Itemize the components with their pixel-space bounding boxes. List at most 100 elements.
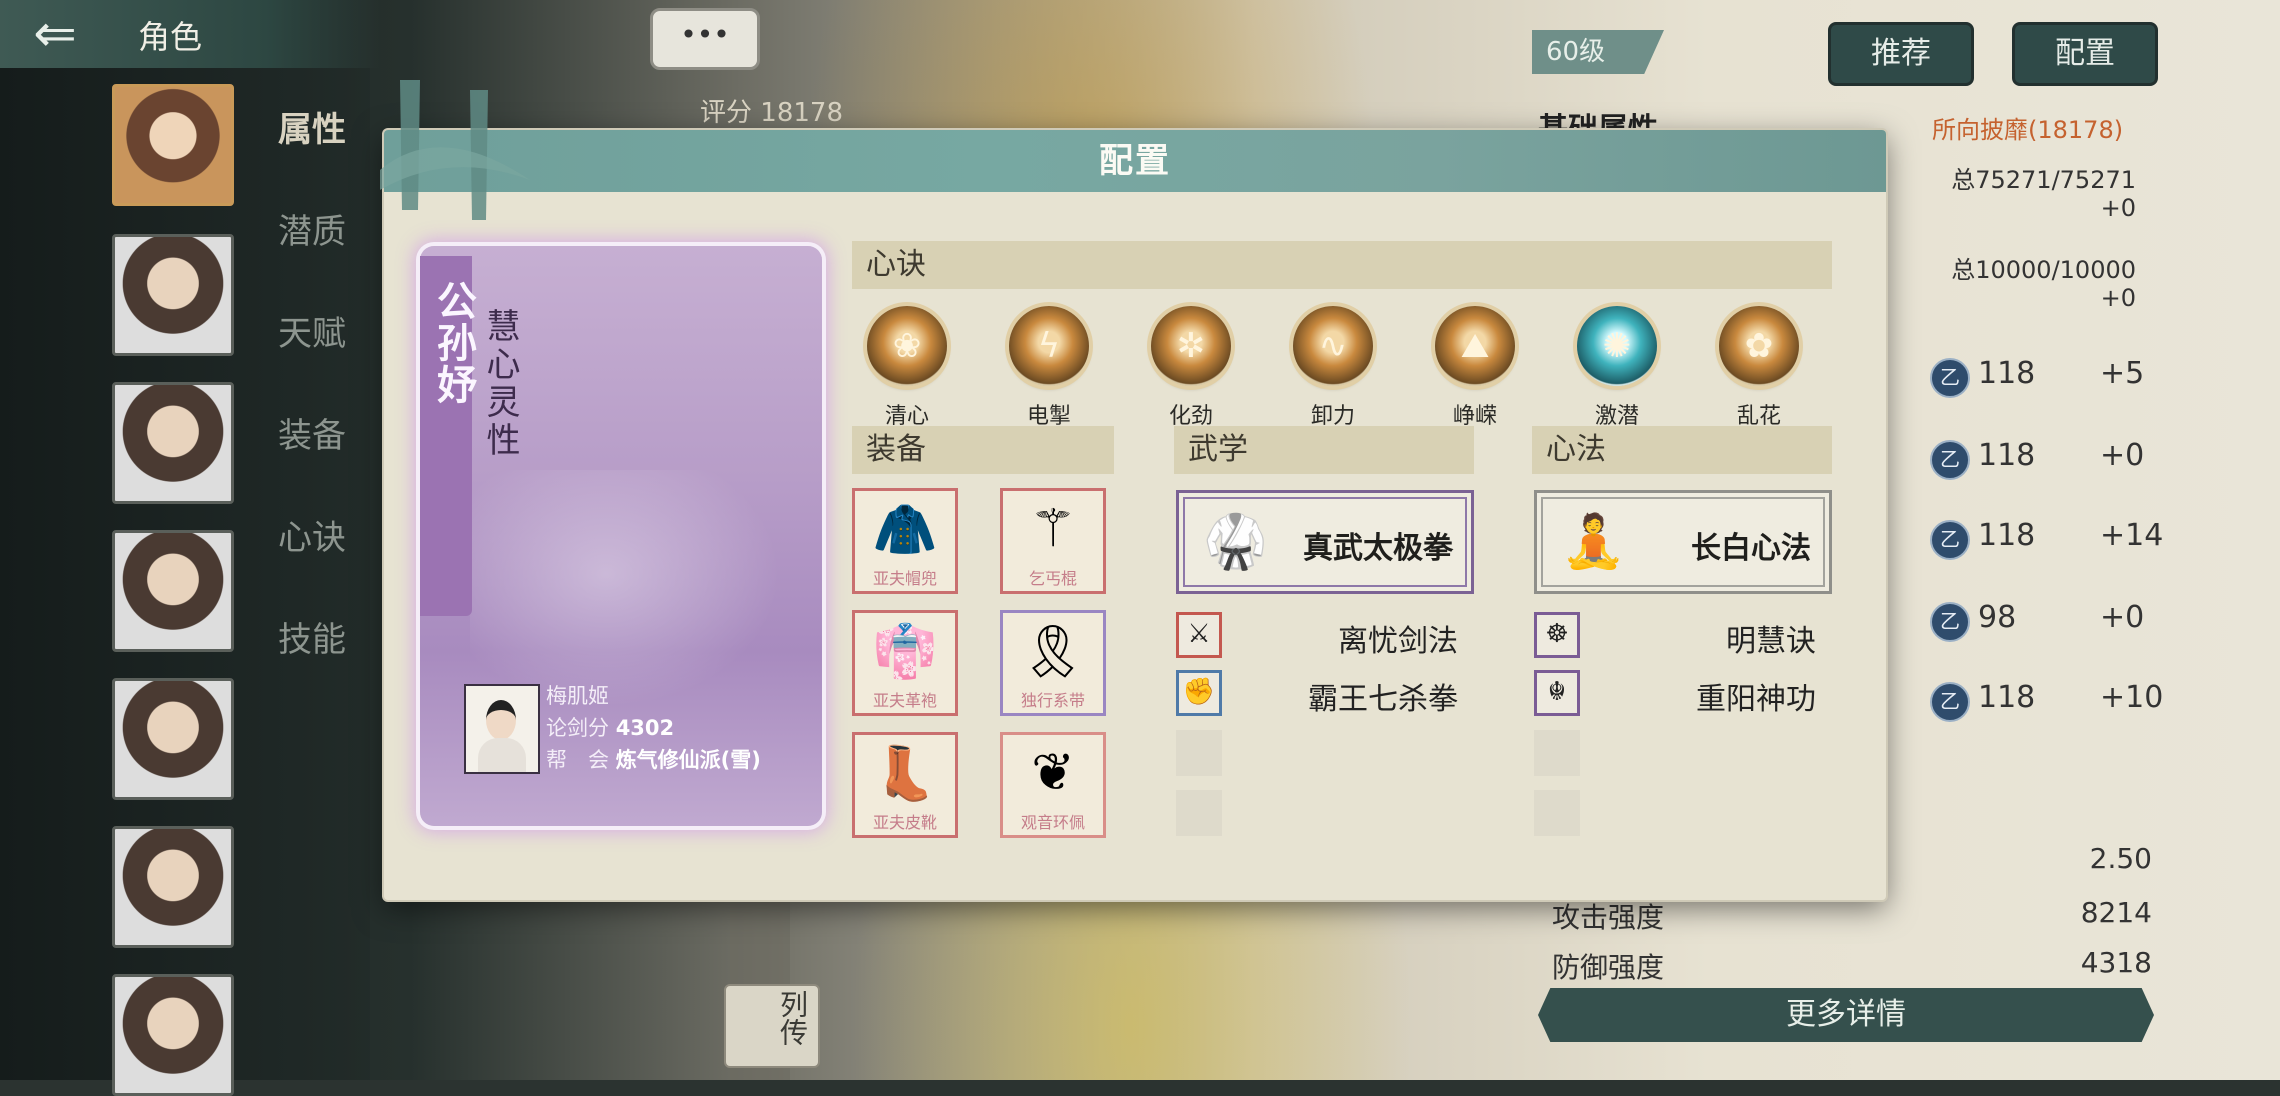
sidebar: 属性 潜质 天赋 装备 心诀 技能 [0,68,370,1096]
skill-tier-icon: 乙 [1930,440,1970,480]
back-arrow-icon[interactable]: ⇐ [10,4,100,64]
tab-skills[interactable]: 技能 [278,612,346,661]
player-name: 梅肌姬 [546,684,609,708]
equipment-slot[interactable]: 👘 亚夫革袍 [852,610,958,716]
equipment-name: 观音环佩 [1020,813,1085,832]
formula-slot[interactable]: ✺ 激潜 [1562,306,1672,430]
character-portrait-7[interactable] [112,974,234,1096]
recommend-button[interactable]: 推荐 [1828,22,1974,86]
character-portrait-4[interactable] [112,530,234,652]
tab-potential[interactable]: 潜质 [278,204,346,253]
hp-total: 总75271/75271 [1951,166,2136,194]
flower-icon: ✿ [1719,306,1799,386]
mp-total: 总10000/10000 [1951,256,2136,284]
skill-bonus: +10 [2100,680,2164,715]
mp-bonus: +0 [2100,284,2136,312]
skill-value: 118 [1978,438,2036,473]
tab-formula[interactable]: 心诀 [278,510,346,559]
tab-talent[interactable]: 天赋 [278,306,346,355]
formula-section-header: 心诀 [852,241,1832,289]
martial-slot-2[interactable]: ✊ [1176,670,1222,716]
character-portrait-1[interactable] [112,84,234,206]
skill-tier-icon: 乙 [1930,520,1970,560]
skill-value: 98 [1978,600,2017,635]
duel-score-row: 论剑分 4302 [546,712,674,742]
martial-slot-empty[interactable] [1176,730,1222,776]
boots-icon: 👢 [872,744,938,804]
method-slot-2[interactable]: ☬ [1534,670,1580,716]
guild-row: 帮 会 炼气修仙派(雪) [546,744,761,774]
equipment-slot[interactable]: 👢 亚夫皮靴 [852,732,958,838]
attr-row: 攻击强度 8214 [1552,896,2152,936]
swirl-icon: ✲ [1151,306,1231,386]
formula-slot[interactable]: ⛰ 峥嵘 [1420,306,1530,430]
fighter-icon: 🥋 [1203,512,1268,572]
robe-icon: 👘 [872,622,938,682]
modal-title: 配置 [1099,141,1171,181]
attr-label: 攻击强度 [1552,901,1665,934]
attr-row: 防御强度 4318 [1552,946,2152,986]
biography-button[interactable]: 列传 [724,984,820,1068]
skill-stat-row: 乙 98 +0 [1890,596,2170,646]
config-button[interactable]: 配置 [2012,22,2158,86]
formula-slot[interactable]: ❀ 清心 [852,306,962,430]
character-portrait-2[interactable] [112,234,234,356]
more-details-button[interactable]: 更多详情 [1538,988,2154,1042]
skill-tier-icon: 乙 [1930,682,1970,722]
skill-bonus: +0 [2100,600,2145,635]
page-title: 角色 [138,18,203,56]
method-slot-empty[interactable] [1534,730,1580,776]
hp-bonus: +0 [2100,194,2136,222]
staff-icon: ⚚ [1029,499,1077,559]
wave-icon: ∿ [1293,306,1373,386]
martial-main-slot[interactable]: 🥋 真武太极拳 [1176,490,1474,594]
reputation-label: 所向披靡(18178) [1932,116,2124,144]
method-slot-1[interactable]: ☸ [1534,612,1580,658]
character-name: 公孙妤 [430,280,476,406]
formula-slot[interactable]: ∿ 卸力 [1278,306,1388,430]
warrior-icon: ☬ [1547,677,1567,707]
martial-slot-2-name: 霸王七杀拳 [1308,682,1458,717]
skill-value: 118 [1978,518,2036,553]
martial-slot-empty[interactable] [1176,790,1222,836]
fist-stance-icon: ✊ [1182,677,1216,707]
method-slot-empty[interactable] [1534,790,1580,836]
skill-stat-row: 乙 118 +10 [1890,676,2170,726]
equipment-slot[interactable]: 🧥 亚夫帽兜 [852,488,958,594]
skill-value: 118 [1978,356,2036,391]
lotus-icon: ❀ [867,306,947,386]
equipment-section-header: 装备 [852,426,1114,474]
character-portrait-6[interactable] [112,826,234,948]
formula-slot[interactable]: ϟ 电掣 [994,306,1104,430]
attr-value: 4318 [2080,946,2152,979]
equipment-slot[interactable]: ❦ 观音环佩 [1000,732,1106,838]
martial-slot-1-name: 离忧剑法 [1338,624,1458,659]
equipment-slot[interactable]: ⚚ 乞丐棍 [1000,488,1106,594]
equipment-slot[interactable]: 🎗 独行系带 [1000,610,1106,716]
skill-bonus: +5 [2100,356,2145,391]
character-portrait-3[interactable] [112,382,234,504]
skill-stat-row: 乙 118 +14 [1890,514,2170,564]
character-portrait-5[interactable] [112,678,234,800]
tab-equipment[interactable]: 装备 [278,408,346,457]
equipment-name: 乞丐棍 [1028,569,1077,588]
method-section-header: 心法 [1532,426,1832,474]
formula-slot[interactable]: ✲ 化劲 [1136,306,1246,430]
pendant-icon: ❦ [1031,743,1075,803]
tab-attributes[interactable]: 属性 [278,102,346,151]
martial-slot-1[interactable]: ⚔ [1176,612,1222,658]
formula-slot[interactable]: ✿ 乱花 [1704,306,1814,430]
skill-stat-row: 乙 118 +5 [1890,352,2170,402]
attr-value: 8214 [2080,896,2152,929]
sword-stance-icon: ⚔ [1187,619,1211,649]
martial-section-header: 武学 [1174,426,1474,474]
meditation-icon: 🧘 [1561,512,1626,572]
method-slot-1-name: 明慧诀 [1726,624,1816,659]
equipment-name: 亚夫皮靴 [872,813,937,832]
equipment-name: 亚夫帽兜 [872,569,937,588]
chat-bubble-icon[interactable]: ••• [650,8,760,70]
attr-value: 2.50 [2089,842,2152,875]
method-main-slot[interactable]: 🧘 长白心法 [1534,490,1832,594]
score-value: 18178 [760,98,843,128]
skill-bonus: +14 [2100,518,2164,553]
